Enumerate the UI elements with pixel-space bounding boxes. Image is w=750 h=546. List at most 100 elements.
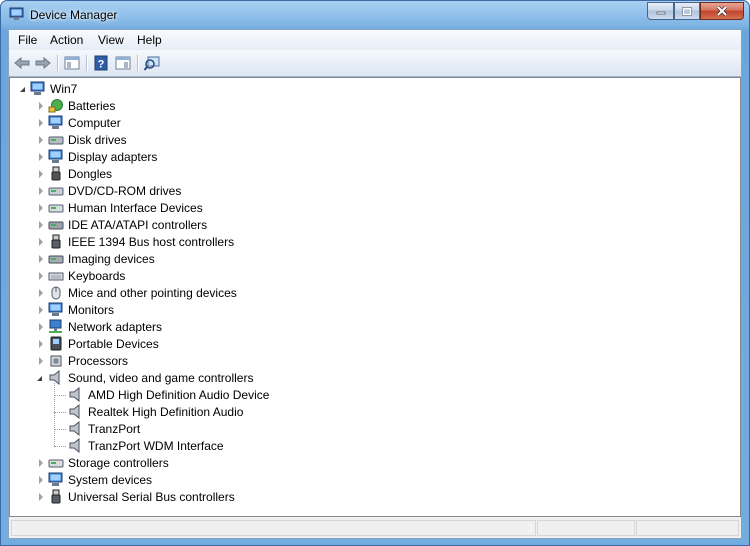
tree-connector-line: [54, 412, 66, 413]
tree-category-item[interactable]: Imaging devices: [37, 251, 740, 268]
collapsed-arrow-icon[interactable]: [39, 255, 43, 263]
imaging-device-icon: [48, 255, 64, 264]
tree-category-label: Sound, video and game controllers: [68, 371, 254, 385]
tree-category-item[interactable]: Mice and other pointing devices: [37, 285, 740, 302]
tree-category-item[interactable]: System devices: [37, 472, 740, 489]
tree-category-item[interactable]: Sound, video and game controllers: [37, 370, 740, 387]
properties-button[interactable]: [113, 53, 133, 73]
tree-category-item[interactable]: Dongles: [37, 166, 740, 183]
tree-category-item[interactable]: Universal Serial Bus controllers: [37, 489, 740, 506]
back-button[interactable]: [12, 53, 32, 73]
ieee1394-icon: [51, 234, 61, 249]
network-adapter-icon: [49, 319, 62, 333]
collapsed-arrow-icon[interactable]: [39, 238, 43, 246]
tree-category-label: Storage controllers: [68, 456, 169, 470]
tree-category-item[interactable]: Monitors: [37, 302, 740, 319]
collapsed-arrow-icon[interactable]: [39, 187, 43, 195]
collapsed-arrow-icon[interactable]: [39, 357, 43, 365]
collapsed-arrow-icon[interactable]: [39, 289, 43, 297]
tree-category-item[interactable]: Keyboards: [37, 268, 740, 285]
help-icon: ?: [94, 55, 108, 71]
tree-connector-line: [54, 395, 66, 396]
dongle-icon: [51, 166, 61, 181]
collapsed-arrow-icon[interactable]: [39, 476, 43, 484]
tree-category-item[interactable]: Processors: [37, 353, 740, 370]
speaker-icon: [69, 438, 80, 453]
toolbar: ?: [9, 50, 741, 77]
collapsed-arrow-icon[interactable]: [39, 119, 43, 127]
collapsed-arrow-icon[interactable]: [39, 204, 43, 212]
minimize-button[interactable]: [647, 2, 674, 20]
show-hide-console-tree-button[interactable]: [62, 53, 82, 73]
expanded-arrow-icon[interactable]: [20, 87, 25, 92]
battery-icon: [48, 99, 63, 113]
tree-category-item[interactable]: Storage controllers: [37, 455, 740, 472]
collapsed-arrow-icon[interactable]: [39, 340, 43, 348]
svg-text:?: ?: [98, 59, 105, 71]
maximize-button[interactable]: [674, 2, 700, 20]
tree-category-item[interactable]: Disk drives: [37, 132, 740, 149]
tree-category-item[interactable]: Human Interface Devices: [37, 200, 740, 217]
collapsed-arrow-icon[interactable]: [39, 170, 43, 178]
tree-category-label: Universal Serial Bus controllers: [68, 490, 235, 504]
status-pane-2: [537, 520, 635, 536]
collapsed-arrow-icon[interactable]: [39, 493, 43, 501]
scan-hardware-button[interactable]: [142, 53, 162, 73]
tree-category-item[interactable]: DVD/CD-ROM drives: [37, 183, 740, 200]
tree-category-label: Network adapters: [68, 320, 163, 334]
collapsed-arrow-icon[interactable]: [39, 102, 43, 110]
ide-controller-icon: [48, 221, 64, 230]
tree-device-item[interactable]: TranzPort: [68, 421, 740, 438]
menu-action[interactable]: Action: [50, 33, 83, 47]
menu-help[interactable]: Help: [137, 33, 162, 47]
tree-category-item[interactable]: Portable Devices: [37, 336, 740, 353]
tree-connector-line: [54, 446, 66, 447]
speaker-icon: [69, 404, 80, 419]
forward-button[interactable]: [33, 53, 53, 73]
tree-category-label: Disk drives: [68, 133, 127, 147]
device-tree[interactable]: Win7 Batteries Computer Disk drives Display …: [9, 77, 741, 517]
monitor-icon: [48, 302, 63, 316]
speaker-icon: [69, 387, 80, 402]
collapsed-arrow-icon[interactable]: [39, 272, 43, 280]
tree-category-label: Imaging devices: [68, 252, 155, 266]
display-adapter-icon: [48, 149, 63, 163]
tree-category-label: Keyboards: [68, 269, 126, 283]
tree-category-item[interactable]: Computer: [37, 115, 740, 132]
computer-icon: [30, 81, 45, 95]
tree-category-label: Computer: [68, 116, 121, 130]
collapsed-arrow-icon[interactable]: [39, 459, 43, 467]
tree-category-item[interactable]: Network adapters: [37, 319, 740, 336]
tree-category-label: Display adapters: [68, 150, 158, 164]
help-button[interactable]: ?: [91, 53, 111, 73]
collapsed-arrow-icon[interactable]: [39, 323, 43, 331]
collapsed-arrow-icon[interactable]: [39, 221, 43, 229]
tree-device-item[interactable]: AMD High Definition Audio Device: [68, 387, 740, 404]
tree-category-item[interactable]: Batteries: [37, 98, 740, 115]
title-bar[interactable]: Device Manager: [1, 1, 749, 29]
tree-category-label: Human Interface Devices: [68, 201, 203, 215]
properties-icon: [115, 56, 131, 70]
tree-root-item[interactable]: Win7: [20, 81, 740, 98]
show-hide-console-tree-icon: [64, 56, 80, 70]
collapsed-arrow-icon[interactable]: [39, 153, 43, 161]
close-button[interactable]: [700, 2, 744, 20]
tree-category-item[interactable]: Display adapters: [37, 149, 740, 166]
collapsed-arrow-icon[interactable]: [39, 306, 43, 314]
scan-hardware-icon: [144, 56, 160, 71]
status-bar: [9, 518, 741, 538]
tree-category-item[interactable]: IDE ATA/ATAPI controllers: [37, 217, 740, 234]
collapsed-arrow-icon[interactable]: [39, 136, 43, 144]
expanded-arrow-icon[interactable]: [37, 376, 42, 381]
tree-category-item[interactable]: IEEE 1394 Bus host controllers: [37, 234, 740, 251]
tree-device-item[interactable]: TranzPort WDM Interface: [68, 438, 740, 455]
disk-drive-icon: [48, 136, 64, 145]
tree-device-item[interactable]: Realtek High Definition Audio: [68, 404, 740, 421]
menu-view[interactable]: View: [98, 33, 124, 47]
usb-controller-icon: [51, 489, 61, 504]
status-pane-main: [11, 520, 536, 536]
tree-root-label: Win7: [50, 82, 78, 96]
device-manager-window: Device Manager File Action View Help ? W…: [0, 0, 750, 546]
processor-icon: [50, 355, 62, 367]
menu-file[interactable]: File: [18, 33, 37, 47]
